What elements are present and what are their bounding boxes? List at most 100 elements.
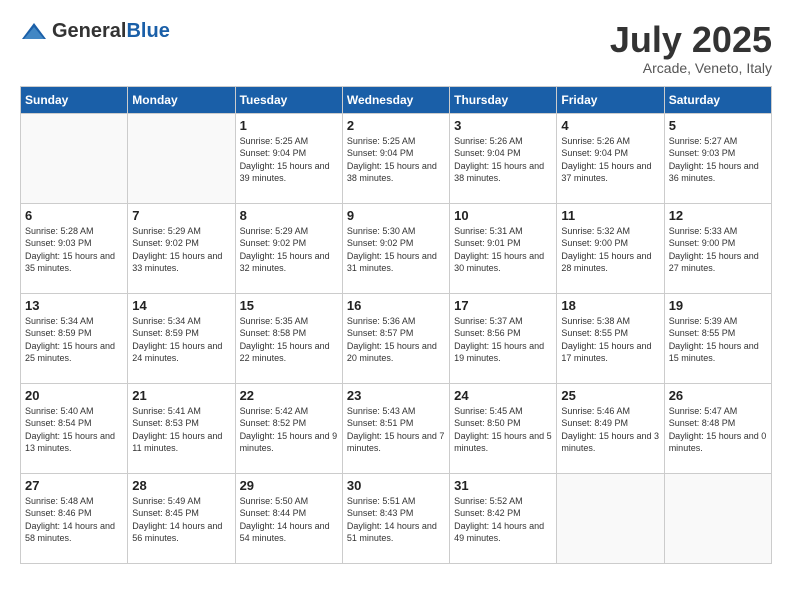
calendar-cell: 30 Sunrise: 5:51 AM Sunset: 8:43 PM Dayli… [342,473,449,563]
weekday-header-sunday: Sunday [21,86,128,113]
calendar-cell: 1 Sunrise: 5:25 AM Sunset: 9:04 PM Daylig… [235,113,342,203]
weekday-header-saturday: Saturday [664,86,771,113]
weekday-header-friday: Friday [557,86,664,113]
calendar-cell: 15 Sunrise: 5:35 AM Sunset: 8:58 PM Dayli… [235,293,342,383]
day-info: Sunrise: 5:43 AM Sunset: 8:51 PM Dayligh… [347,405,445,455]
logo-icon [20,21,48,43]
logo-text-blue: Blue [126,20,169,42]
calendar-cell: 6Sunrise: 5:28 AM Sunset: 9:03 PM Daylig… [21,203,128,293]
logo-text-general: General [52,20,126,42]
day-number: 15 [240,298,338,313]
day-info: Sunrise: 5:40 AM Sunset: 8:54 PM Dayligh… [25,405,123,455]
day-number: 20 [25,388,123,403]
day-info: Sunrise: 5:49 AM Sunset: 8:45 PM Dayligh… [132,495,230,545]
calendar-cell: 25 Sunrise: 5:46 AM Sunset: 8:49 PM Dayli… [557,383,664,473]
day-info: Sunrise: 5:27 AM Sunset: 9:03 PM Dayligh… [669,135,767,185]
location-title: Arcade, Veneto, Italy [610,60,772,76]
weekday-header-thursday: Thursday [450,86,557,113]
weekday-header-tuesday: Tuesday [235,86,342,113]
calendar-cell: 31 Sunrise: 5:52 AM Sunset: 8:42 PM Dayli… [450,473,557,563]
day-number: 2 [347,118,445,133]
week-row-4: 20 Sunrise: 5:40 AM Sunset: 8:54 PM Dayli… [21,383,772,473]
weekday-header-monday: Monday [128,86,235,113]
day-info: Sunrise: 5:25 AM Sunset: 9:04 PM Dayligh… [347,135,445,185]
day-info: Sunrise: 5:25 AM Sunset: 9:04 PM Dayligh… [240,135,338,185]
calendar-cell: 5 Sunrise: 5:27 AM Sunset: 9:03 PM Daylig… [664,113,771,203]
day-info: Sunrise: 5:37 AM Sunset: 8:56 PM Dayligh… [454,315,552,365]
day-number: 13 [25,298,123,313]
calendar-cell: 21 Sunrise: 5:41 AM Sunset: 8:53 PM Dayli… [128,383,235,473]
day-number: 21 [132,388,230,403]
calendar-cell [664,473,771,563]
day-info: Sunrise: 5:29 AM Sunset: 9:02 PM Dayligh… [132,225,230,275]
day-info: Sunrise: 5:26 AM Sunset: 9:04 PM Dayligh… [561,135,659,185]
calendar-cell: 3 Sunrise: 5:26 AM Sunset: 9:04 PM Daylig… [450,113,557,203]
week-row-3: 13 Sunrise: 5:34 AM Sunset: 8:59 PM Dayli… [21,293,772,383]
day-number: 23 [347,388,445,403]
calendar-cell: 26 Sunrise: 5:47 AM Sunset: 8:48 PM Dayli… [664,383,771,473]
day-number: 10 [454,208,552,223]
day-info: Sunrise: 5:34 AM Sunset: 8:59 PM Dayligh… [132,315,230,365]
week-row-2: 6Sunrise: 5:28 AM Sunset: 9:03 PM Daylig… [21,203,772,293]
weekday-header-wednesday: Wednesday [342,86,449,113]
day-info: Sunrise: 5:48 AM Sunset: 8:46 PM Dayligh… [25,495,123,545]
day-number: 12 [669,208,767,223]
day-number: 27 [25,478,123,493]
calendar-cell: 2 Sunrise: 5:25 AM Sunset: 9:04 PM Daylig… [342,113,449,203]
day-number: 30 [347,478,445,493]
day-info: Sunrise: 5:46 AM Sunset: 8:49 PM Dayligh… [561,405,659,455]
calendar-cell [557,473,664,563]
calendar-cell [128,113,235,203]
day-info: Sunrise: 5:30 AM Sunset: 9:02 PM Dayligh… [347,225,445,275]
day-info: Sunrise: 5:47 AM Sunset: 8:48 PM Dayligh… [669,405,767,455]
calendar-cell: 7Sunrise: 5:29 AM Sunset: 9:02 PM Daylig… [128,203,235,293]
calendar-table: SundayMondayTuesdayWednesdayThursdayFrid… [20,86,772,564]
calendar-cell: 12 Sunrise: 5:33 AM Sunset: 9:00 PM Dayli… [664,203,771,293]
calendar-cell: 14Sunrise: 5:34 AM Sunset: 8:59 PM Dayli… [128,293,235,383]
calendar-cell: 13 Sunrise: 5:34 AM Sunset: 8:59 PM Dayli… [21,293,128,383]
day-info: Sunrise: 5:26 AM Sunset: 9:04 PM Dayligh… [454,135,552,185]
day-number: 22 [240,388,338,403]
day-info: Sunrise: 5:41 AM Sunset: 8:53 PM Dayligh… [132,405,230,455]
calendar-cell: 4Sunrise: 5:26 AM Sunset: 9:04 PM Daylig… [557,113,664,203]
calendar-cell: 28Sunrise: 5:49 AM Sunset: 8:45 PM Dayli… [128,473,235,563]
day-info: Sunrise: 5:45 AM Sunset: 8:50 PM Dayligh… [454,405,552,455]
day-number: 5 [669,118,767,133]
day-info: Sunrise: 5:33 AM Sunset: 9:00 PM Dayligh… [669,225,767,275]
day-number: 16 [347,298,445,313]
calendar-cell: 16 Sunrise: 5:36 AM Sunset: 8:57 PM Dayli… [342,293,449,383]
day-info: Sunrise: 5:52 AM Sunset: 8:42 PM Dayligh… [454,495,552,545]
day-number: 1 [240,118,338,133]
calendar-cell: 23 Sunrise: 5:43 AM Sunset: 8:51 PM Dayli… [342,383,449,473]
calendar-cell: 20 Sunrise: 5:40 AM Sunset: 8:54 PM Dayli… [21,383,128,473]
day-number: 26 [669,388,767,403]
day-number: 25 [561,388,659,403]
day-number: 31 [454,478,552,493]
day-number: 24 [454,388,552,403]
title-block: July 2025 Arcade, Veneto, Italy [610,20,772,76]
day-info: Sunrise: 5:34 AM Sunset: 8:59 PM Dayligh… [25,315,123,365]
day-number: 3 [454,118,552,133]
calendar-cell: 29Sunrise: 5:50 AM Sunset: 8:44 PM Dayli… [235,473,342,563]
day-number: 18 [561,298,659,313]
calendar-cell: 27 Sunrise: 5:48 AM Sunset: 8:46 PM Dayli… [21,473,128,563]
day-number: 8 [240,208,338,223]
page-header: GeneralBlue July 2025 Arcade, Veneto, It… [20,20,772,76]
day-info: Sunrise: 5:50 AM Sunset: 8:44 PM Dayligh… [240,495,338,545]
week-row-1: 1 Sunrise: 5:25 AM Sunset: 9:04 PM Daylig… [21,113,772,203]
calendar-cell: 18Sunrise: 5:38 AM Sunset: 8:55 PM Dayli… [557,293,664,383]
calendar-cell: 10 Sunrise: 5:31 AM Sunset: 9:01 PM Dayli… [450,203,557,293]
day-info: Sunrise: 5:51 AM Sunset: 8:43 PM Dayligh… [347,495,445,545]
day-info: Sunrise: 5:36 AM Sunset: 8:57 PM Dayligh… [347,315,445,365]
day-info: Sunrise: 5:32 AM Sunset: 9:00 PM Dayligh… [561,225,659,275]
day-number: 19 [669,298,767,313]
calendar-cell: 22 Sunrise: 5:42 AM Sunset: 8:52 PM Dayli… [235,383,342,473]
day-info: Sunrise: 5:28 AM Sunset: 9:03 PM Dayligh… [25,225,123,275]
day-info: Sunrise: 5:42 AM Sunset: 8:52 PM Dayligh… [240,405,338,455]
day-number: 17 [454,298,552,313]
calendar-cell [21,113,128,203]
day-info: Sunrise: 5:35 AM Sunset: 8:58 PM Dayligh… [240,315,338,365]
day-number: 9 [347,208,445,223]
calendar-cell: 9 Sunrise: 5:30 AM Sunset: 9:02 PM Daylig… [342,203,449,293]
day-info: Sunrise: 5:31 AM Sunset: 9:01 PM Dayligh… [454,225,552,275]
